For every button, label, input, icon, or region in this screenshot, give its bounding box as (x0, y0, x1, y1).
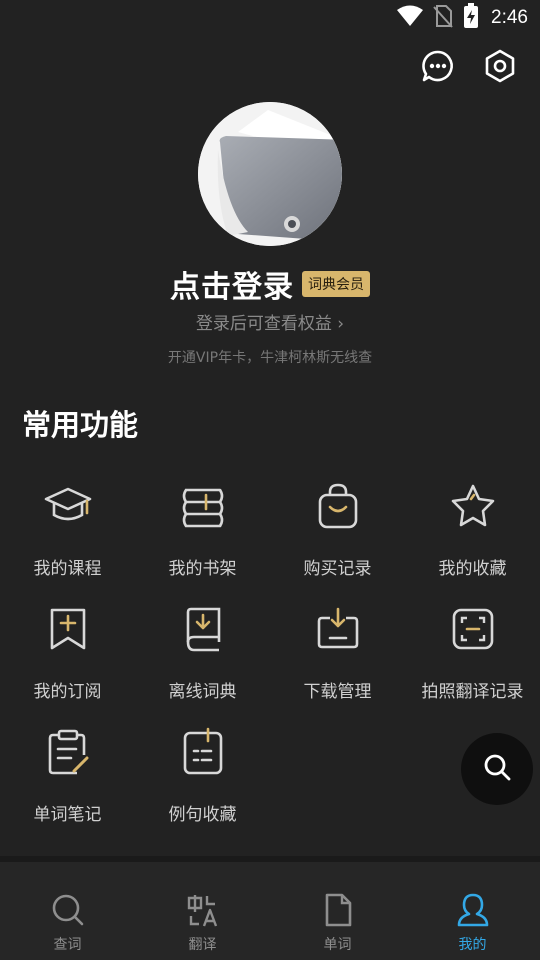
clipboard-pen-icon (42, 726, 94, 778)
translate-icon (183, 890, 223, 930)
document-icon (318, 890, 358, 930)
feature-label: 离线词典 (168, 682, 237, 702)
feature-label: 我的课程 (33, 559, 102, 579)
feature-word-notes[interactable]: 单词笔记 (0, 726, 135, 846)
person-icon (453, 890, 493, 930)
nav-item-words[interactable]: 单词 (270, 862, 405, 960)
nav-label: 翻译 (188, 937, 217, 953)
feature-label: 我的收藏 (438, 559, 507, 579)
feature-photo-translation-records[interactable]: 拍照翻译记录 (405, 603, 540, 723)
bottom-nav: 查词 翻译 单词 我的 (0, 862, 540, 960)
message-button[interactable] (420, 50, 456, 86)
status-bar: 2:46 (0, 0, 540, 36)
login-note: 开通VIP年卡，牛津柯林斯无线查 (167, 350, 373, 366)
feature-label: 拍照翻译记录 (421, 682, 524, 702)
graduation-cap-icon (42, 480, 94, 532)
feature-my-bookshelf[interactable]: 我的书架 (135, 480, 270, 600)
download-tray-icon (312, 603, 364, 655)
login-row: 点击登录 词典会员 (0, 262, 540, 306)
search-icon (48, 890, 88, 930)
nav-label: 我的 (458, 937, 487, 953)
avatar[interactable] (198, 102, 342, 246)
vip-badge[interactable]: 词典会员 (302, 271, 370, 297)
no-sim-icon (433, 4, 453, 32)
feature-label: 单词笔记 (33, 805, 102, 825)
offline-book-icon (177, 603, 229, 655)
status-time: 2:46 (491, 7, 528, 28)
nav-label: 单词 (323, 937, 352, 953)
scan-icon (447, 603, 499, 655)
feature-my-subscriptions[interactable]: 我的订阅 (0, 603, 135, 723)
shopping-bag-icon (312, 480, 364, 532)
feature-my-favorites[interactable]: 我的收藏 (405, 480, 540, 600)
bookshelf-icon (177, 480, 229, 532)
chat-bubble-icon (421, 49, 455, 87)
feature-label: 例句收藏 (168, 805, 237, 825)
star-icon (447, 480, 499, 532)
feature-my-courses[interactable]: 我的课程 (0, 480, 135, 600)
feature-label: 购买记录 (303, 559, 372, 579)
nav-item-translate[interactable]: 翻译 (135, 862, 270, 960)
feature-label: 下载管理 (303, 682, 372, 702)
feature-download-management[interactable]: 下载管理 (270, 603, 405, 723)
login-title[interactable]: 点击登录 (170, 262, 294, 306)
feature-label: 我的书架 (168, 559, 237, 579)
floating-search-button[interactable] (461, 733, 533, 805)
login-subtitle-link[interactable]: 登录后可查看权益 › (0, 309, 540, 334)
gear-icon (483, 49, 517, 87)
section-title: 常用功能 (22, 408, 139, 442)
top-actions (420, 49, 518, 87)
wifi-icon (397, 5, 424, 31)
search-icon (482, 752, 512, 786)
feature-label: 我的订阅 (33, 682, 102, 702)
bookmark-plus-icon (42, 603, 94, 655)
nav-label: 查词 (53, 937, 82, 953)
sentence-list-icon (177, 726, 229, 778)
feature-offline-dictionary[interactable]: 离线词典 (135, 603, 270, 723)
settings-button[interactable] (482, 49, 518, 87)
feature-sentence-favorites[interactable]: 例句收藏 (135, 726, 270, 846)
feature-purchase-records[interactable]: 购买记录 (270, 480, 405, 600)
battery-charging-icon (463, 3, 479, 33)
nav-item-lookup[interactable]: 查词 (0, 862, 135, 960)
nav-item-me[interactable]: 我的 (405, 862, 540, 960)
